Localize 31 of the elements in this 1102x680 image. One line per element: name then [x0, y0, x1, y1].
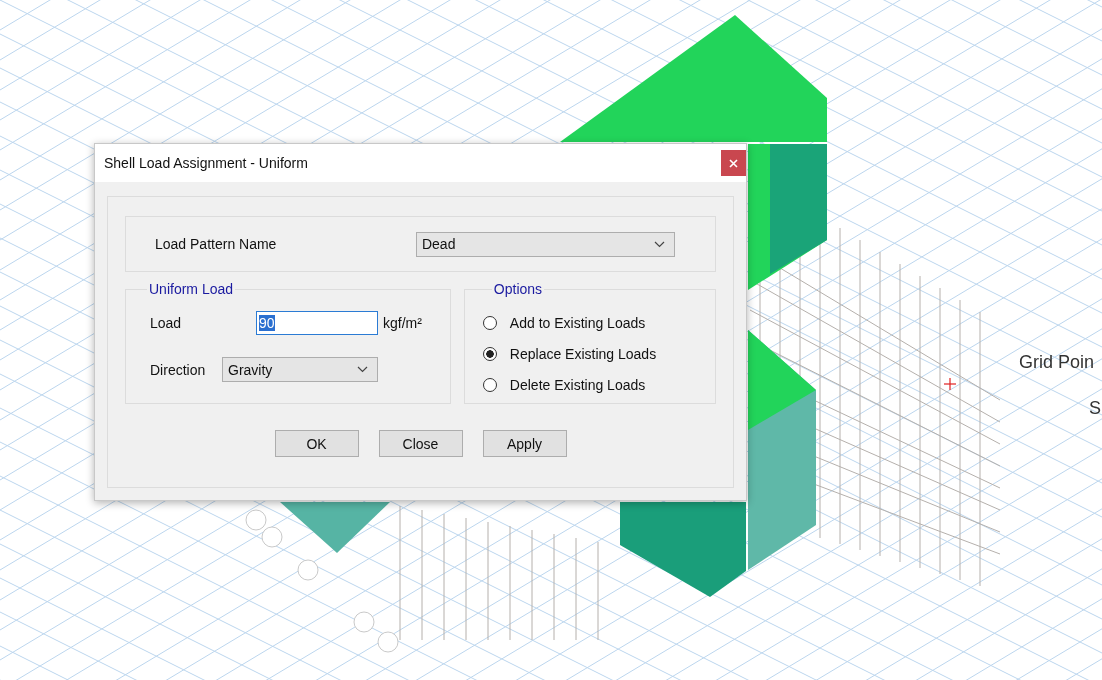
dialog-button[interactable]: Close: [378, 430, 463, 457]
field-label: Direction: [149, 361, 207, 378]
grid-bubble: [245, 509, 267, 531]
grid-bubble: [377, 631, 399, 653]
window-title: Shell Load Assignment - Uniform: [104, 155, 308, 171]
load-input[interactable]: 90: [256, 311, 378, 335]
canvas-label: S: [1089, 398, 1101, 419]
group-title: Options: [492, 281, 544, 297]
unit-label: kgf/m²: [383, 315, 422, 331]
radio-label[interactable]: Add to Existing Loads: [509, 314, 646, 331]
radio-label[interactable]: Replace Existing Loads: [509, 345, 657, 362]
grid-bubble: [297, 559, 319, 581]
radio-button[interactable]: [482, 315, 497, 330]
canvas-label: Grid Poin: [1019, 352, 1095, 373]
radio-button[interactable]: [482, 377, 497, 392]
radio-button[interactable]: [482, 346, 497, 361]
field-label: Load: [149, 315, 183, 331]
load-pattern-dropdown[interactable]: Dead: [415, 231, 675, 257]
close-button[interactable]: [721, 150, 746, 176]
group-title: Uniform Load: [148, 281, 235, 297]
dialog-button[interactable]: OK: [274, 430, 359, 457]
chevron-icon: [654, 240, 665, 248]
field-label: Load Pattern Name: [155, 236, 278, 252]
grid-bubble: [261, 526, 283, 548]
close-icon: [729, 158, 738, 168]
direction-dropdown[interactable]: Gravity: [222, 357, 378, 382]
chevron-icon: [357, 366, 368, 373]
radio-label[interactable]: Delete Existing Loads: [509, 376, 646, 393]
dialog-button[interactable]: Apply: [482, 430, 567, 457]
grid-bubble: [353, 611, 375, 633]
crosshair-icon: [943, 377, 957, 391]
